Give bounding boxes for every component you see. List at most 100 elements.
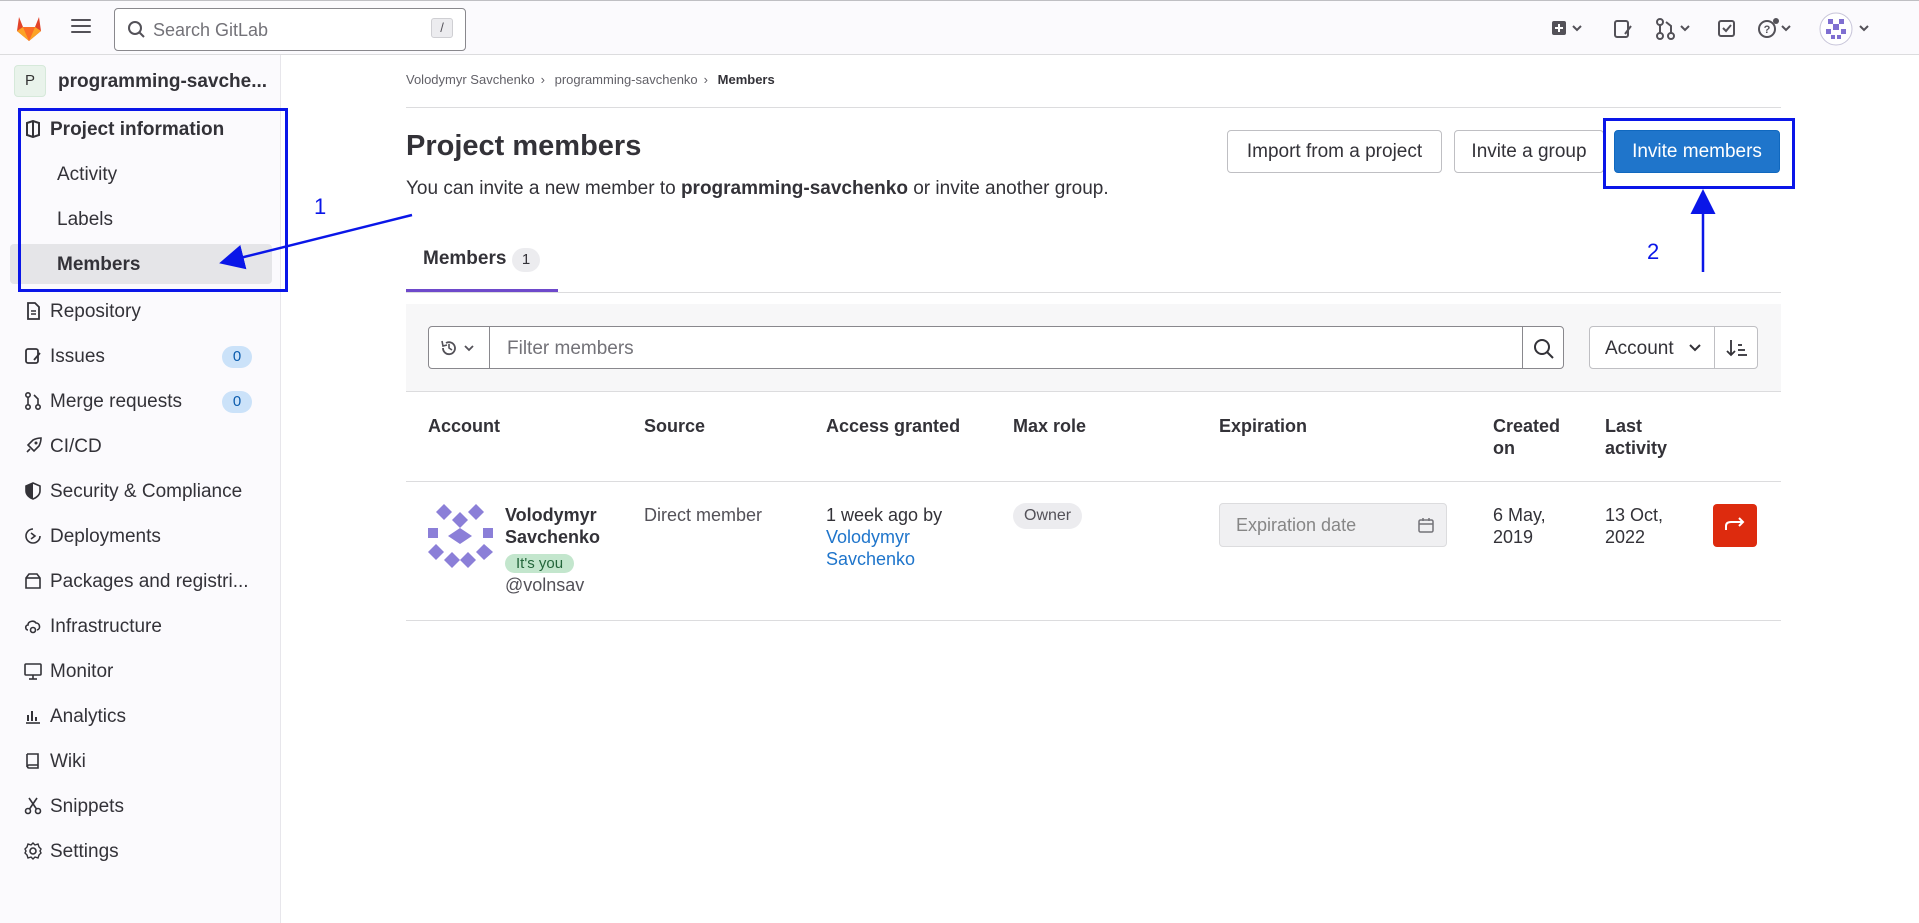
sidebar-item-monitor[interactable]: Monitor bbox=[10, 652, 272, 690]
sidebar-item-packages[interactable]: Packages and registri... bbox=[10, 562, 272, 600]
member-meta: It's you @volnsav bbox=[505, 550, 584, 596]
monitor-icon bbox=[24, 663, 42, 680]
sidebar-item-label: Issues bbox=[50, 346, 105, 367]
deployments-icon bbox=[25, 528, 41, 544]
sort-label: Account bbox=[1605, 338, 1674, 359]
gitlab-logo[interactable] bbox=[14, 14, 44, 42]
column-header-account: Account bbox=[428, 416, 500, 436]
help-icon[interactable]: ? bbox=[1757, 18, 1793, 40]
invite-group-button[interactable]: Invite a group bbox=[1454, 130, 1604, 173]
todo-icon[interactable] bbox=[1717, 18, 1737, 40]
sort-by-dropdown[interactable]: Account bbox=[1589, 326, 1715, 369]
expiration-placeholder: Expiration date bbox=[1236, 515, 1357, 535]
issues-count-badge: 0 bbox=[222, 346, 252, 368]
sidebar-item-snippets[interactable]: Snippets bbox=[10, 787, 272, 825]
divider bbox=[406, 107, 1781, 108]
history-icon bbox=[441, 340, 474, 356]
breadcrumb-item[interactable]: Volodymyr Savchenko bbox=[406, 72, 535, 87]
sidebar-item-label: Repository bbox=[50, 301, 141, 322]
desc-text: or invite another group. bbox=[907, 178, 1109, 199]
its-you-badge: It's you bbox=[505, 554, 575, 573]
scissors-icon bbox=[24, 797, 42, 815]
member-name-line: Volodymyr bbox=[505, 505, 597, 525]
desc-project: programming-savchenko bbox=[680, 178, 908, 199]
sidebar-item-label: Monitor bbox=[50, 661, 114, 682]
sidebar-item-merge-requests[interactable]: Merge requests 0 bbox=[10, 382, 272, 420]
breadcrumb: Volodymyr Savchenko › programming-savchen… bbox=[406, 72, 781, 87]
book-icon bbox=[26, 753, 39, 769]
annotation-box-sidebar bbox=[18, 108, 288, 292]
chevron-right-icon: › bbox=[540, 72, 545, 87]
column-header-expiration: Expiration bbox=[1219, 416, 1308, 436]
sidebar-item-issues[interactable]: Issues 0 bbox=[10, 337, 272, 375]
activity-line: 13 Oct, bbox=[1605, 505, 1664, 525]
plus-square-icon[interactable] bbox=[1551, 18, 1583, 40]
sidebar-item-label: Wiki bbox=[50, 751, 86, 772]
member-name-line: Savchenko bbox=[505, 527, 601, 547]
tab-members[interactable]: Members 1 bbox=[406, 240, 558, 292]
sidebar-item-analytics[interactable]: Analytics bbox=[10, 697, 272, 735]
breadcrumb-item[interactable]: programming-savchenko bbox=[555, 72, 698, 87]
sidebar-item-security[interactable]: Security & Compliance bbox=[10, 472, 272, 510]
project-header[interactable]: P programming-savche... bbox=[14, 65, 274, 100]
import-from-project-button[interactable]: Import from a project bbox=[1227, 130, 1442, 173]
project-avatar: P bbox=[14, 65, 46, 97]
top-bar: Search GitLab / ? bbox=[0, 0, 1919, 55]
page-title: Project members bbox=[406, 130, 642, 162]
filter-search-button[interactable] bbox=[1522, 326, 1564, 369]
sidebar-item-cicd[interactable]: CI/CD bbox=[10, 427, 272, 465]
sidebar-item-label: Packages and registri... bbox=[50, 571, 249, 592]
filter-members-input[interactable]: Filter members bbox=[489, 326, 1523, 369]
breadcrumb-item[interactable]: Members bbox=[718, 72, 775, 87]
recent-searches-dropdown[interactable] bbox=[428, 326, 490, 369]
access-granted-text: 1 week ago by bbox=[826, 505, 943, 525]
sidebar-item-label: CI/CD bbox=[50, 436, 102, 457]
sidebar-item-label: Snippets bbox=[50, 796, 124, 817]
issues-icon bbox=[25, 348, 41, 364]
issues-icon[interactable] bbox=[1613, 18, 1633, 40]
merge-request-icon[interactable] bbox=[1656, 18, 1692, 40]
sidebar-item-repository[interactable]: Repository bbox=[10, 292, 272, 330]
cloud-gear-icon bbox=[24, 620, 41, 634]
member-access-granted: 1 week ago by Volodymyr Savchenko bbox=[826, 504, 942, 570]
column-header-source: Source bbox=[644, 416, 706, 436]
sidebar-item-infrastructure[interactable]: Infrastructure bbox=[10, 607, 272, 645]
search-input[interactable]: Search GitLab / bbox=[114, 8, 466, 51]
header-line: activity bbox=[1605, 438, 1668, 458]
filter-bar: Filter members Account bbox=[406, 304, 1781, 392]
sidebar-item-wiki[interactable]: Wiki bbox=[10, 742, 272, 780]
column-header-last-activity: Last activity bbox=[1605, 415, 1667, 459]
sidebar-item-label: Infrastructure bbox=[50, 616, 162, 637]
user-avatar[interactable] bbox=[1818, 11, 1874, 47]
hamburger-menu-icon[interactable] bbox=[71, 19, 91, 37]
activity-line: 2022 bbox=[1605, 527, 1646, 547]
sidebar-item-label: Analytics bbox=[50, 706, 127, 727]
document-icon bbox=[27, 302, 40, 320]
sidebar-item-deployments[interactable]: Deployments bbox=[10, 517, 272, 555]
divider bbox=[406, 481, 1781, 482]
granted-by-link[interactable]: Volodymyr Savchenko bbox=[826, 526, 942, 570]
merge-requests-count-badge: 0 bbox=[222, 391, 252, 413]
member-name[interactable]: Volodymyr Savchenko bbox=[505, 504, 600, 548]
sidebar-item-settings[interactable]: Settings bbox=[10, 832, 272, 870]
created-line: 6 May, bbox=[1493, 505, 1546, 525]
member-avatar[interactable] bbox=[428, 504, 493, 569]
annotation-number-2: 2 bbox=[1647, 239, 1660, 264]
column-header-max-role: Max role bbox=[1013, 416, 1087, 436]
max-role-badge: Owner bbox=[1013, 503, 1083, 529]
project-name: programming-savche... bbox=[58, 71, 268, 92]
sidebar-item-label: Security & Compliance bbox=[50, 481, 243, 502]
leave-project-button[interactable] bbox=[1713, 504, 1757, 547]
sidebar-item-label: Deployments bbox=[50, 526, 161, 547]
sort-direction-button[interactable] bbox=[1714, 326, 1758, 369]
member-username: @volnsav bbox=[505, 575, 585, 595]
divider bbox=[406, 620, 1781, 621]
package-icon bbox=[25, 573, 41, 589]
tab-count-badge: 1 bbox=[512, 248, 540, 272]
merge-request-icon bbox=[25, 392, 41, 410]
expiration-date-input[interactable]: Expiration date bbox=[1219, 503, 1447, 547]
chevron-right-icon: › bbox=[703, 72, 709, 87]
chart-icon bbox=[26, 711, 40, 724]
member-source: Direct member bbox=[644, 505, 763, 525]
member-created-on: 6 May, 2019 bbox=[1493, 504, 1546, 548]
